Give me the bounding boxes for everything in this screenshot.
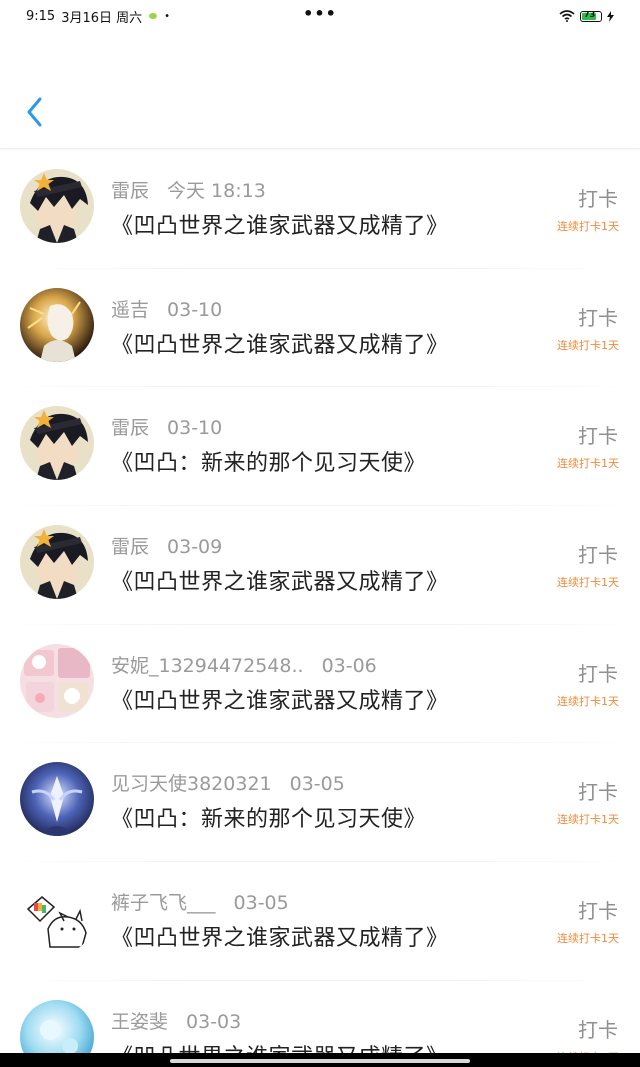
username[interactable]: 王姿斐 (111, 1007, 168, 1034)
list-item[interactable]: 雷辰 03-09 《凹凸世界之谁家武器又成精了》 打卡 连续打卡1天 (0, 506, 640, 625)
home-indicator[interactable] (170, 1059, 470, 1063)
status-right: 73 (559, 10, 614, 22)
book-title[interactable]: 《凹凸：新来的那个见习天使》 (111, 801, 426, 833)
notification-icon (149, 13, 158, 19)
book-title[interactable]: 《凹凸世界之谁家武器又成精了》 (111, 327, 449, 359)
item-meta: 安妮_13294472548.. 03-06 (111, 651, 377, 678)
book-title[interactable]: 《凹凸世界之谁家武器又成精了》 (111, 564, 449, 596)
streak-label: 连续打卡1天 (557, 457, 619, 471)
checkin-label: 打卡 (578, 661, 618, 686)
item-meta: 雷辰 03-09 (111, 532, 222, 559)
checkin-label: 打卡 (578, 305, 618, 330)
avatar[interactable] (20, 525, 94, 600)
streak-label: 连续打卡1天 (557, 813, 619, 827)
username[interactable]: 雷辰 (111, 413, 149, 440)
item-meta: 裤子飞飞___ 03-05 (111, 888, 289, 915)
timestamp: 03-09 (167, 536, 223, 559)
avatar[interactable] (20, 406, 94, 481)
username[interactable]: 雷辰 (111, 532, 149, 559)
book-title[interactable]: 《凹凸：新来的那个见习天使》 (111, 445, 426, 477)
avatar[interactable] (20, 643, 94, 718)
status-left: 9:15 3月16日 周六 • (26, 7, 170, 26)
streak-label: 连续打卡1天 (557, 694, 619, 708)
status-center-dots: ••• (303, 4, 337, 23)
list-item[interactable]: 遥吉 03-10 《凹凸世界之谁家武器又成精了》 打卡 连续打卡1天 (0, 269, 640, 388)
streak-label: 连续打卡1天 (557, 932, 619, 946)
list-item[interactable]: 雷辰 今天 18:13 《凹凸世界之谁家武器又成精了》 打卡 连续打卡1天 (0, 150, 640, 269)
checkin-label: 打卡 (578, 543, 618, 568)
book-title[interactable]: 《凹凸世界之谁家武器又成精了》 (111, 683, 449, 715)
status-dot-icon: • (164, 10, 171, 22)
streak-label: 连续打卡1天 (557, 220, 619, 233)
checkin-list: 雷辰 今天 18:13 《凹凸世界之谁家武器又成精了》 打卡 连续打卡1天 遥吉… (0, 150, 640, 1067)
list-item[interactable]: 雷辰 03-10 《凹凸：新来的那个见习天使》 打卡 连续打卡1天 (0, 387, 640, 507)
avatar[interactable] (20, 287, 94, 362)
battery-level: 73 (584, 9, 596, 19)
battery-icon: 73 (580, 9, 602, 22)
checkin-label: 打卡 (578, 780, 618, 805)
timestamp: 今天 18:13 (167, 180, 266, 202)
item-meta: 雷辰 今天 18:13 (111, 176, 266, 203)
timestamp: 03-03 (186, 1010, 242, 1033)
book-title[interactable]: 《凹凸世界之谁家武器又成精了》 (111, 920, 449, 952)
list-item[interactable]: 安妮_13294472548.. 03-06 《凹凸世界之谁家武器又成精了》 打… (0, 625, 640, 744)
wifi-icon (559, 10, 575, 22)
username[interactable]: 裤子飞飞___ (111, 888, 216, 915)
item-meta: 见习天使3820321 03-05 (111, 769, 345, 796)
checkin-label: 打卡 (578, 1017, 618, 1042)
username[interactable]: 见习天使3820321 (111, 769, 272, 796)
screen: 9:15 3月16日 周六 • ••• 73 雷辰 今天 18:13 《凹凸世界… (0, 0, 640, 1067)
charging-icon (607, 10, 614, 22)
navigation-bar (0, 1053, 640, 1067)
item-meta: 雷辰 03-10 (111, 413, 222, 440)
streak-label: 连续打卡1天 (557, 338, 619, 352)
timestamp: 03-05 (233, 892, 289, 915)
status-bar: 9:15 3月16日 周六 • ••• 73 (0, 0, 640, 32)
checkin-label: 打卡 (578, 899, 618, 924)
streak-label: 连续打卡1天 (557, 576, 619, 590)
item-meta: 遥吉 03-10 (111, 295, 222, 322)
username[interactable]: 雷辰 (111, 176, 149, 203)
checkin-label: 打卡 (578, 187, 618, 211)
header (0, 32, 640, 149)
status-time: 9:15 (26, 8, 56, 24)
avatar[interactable] (20, 881, 94, 956)
chevron-left-icon[interactable] (22, 94, 50, 130)
checkin-label: 打卡 (578, 424, 618, 449)
book-title[interactable]: 《凹凸世界之谁家武器又成精了》 (111, 208, 449, 240)
timestamp: 03-05 (289, 773, 345, 796)
timestamp: 03-10 (167, 298, 223, 321)
timestamp: 03-10 (167, 417, 223, 440)
username[interactable]: 安妮_13294472548.. (111, 651, 304, 678)
timestamp: 03-06 (321, 654, 377, 677)
list-item[interactable]: 见习天使3820321 03-05 《凹凸：新来的那个见习天使》 打卡 连续打卡… (0, 743, 640, 863)
avatar[interactable] (20, 169, 94, 243)
avatar[interactable] (20, 762, 94, 837)
list-item[interactable]: 裤子飞飞___ 03-05 《凹凸世界之谁家武器又成精了》 打卡 连续打卡1天 (0, 862, 640, 981)
username[interactable]: 遥吉 (111, 295, 149, 322)
item-meta: 王姿斐 03-03 (111, 1007, 241, 1034)
status-date: 3月16日 周六 (61, 10, 143, 26)
